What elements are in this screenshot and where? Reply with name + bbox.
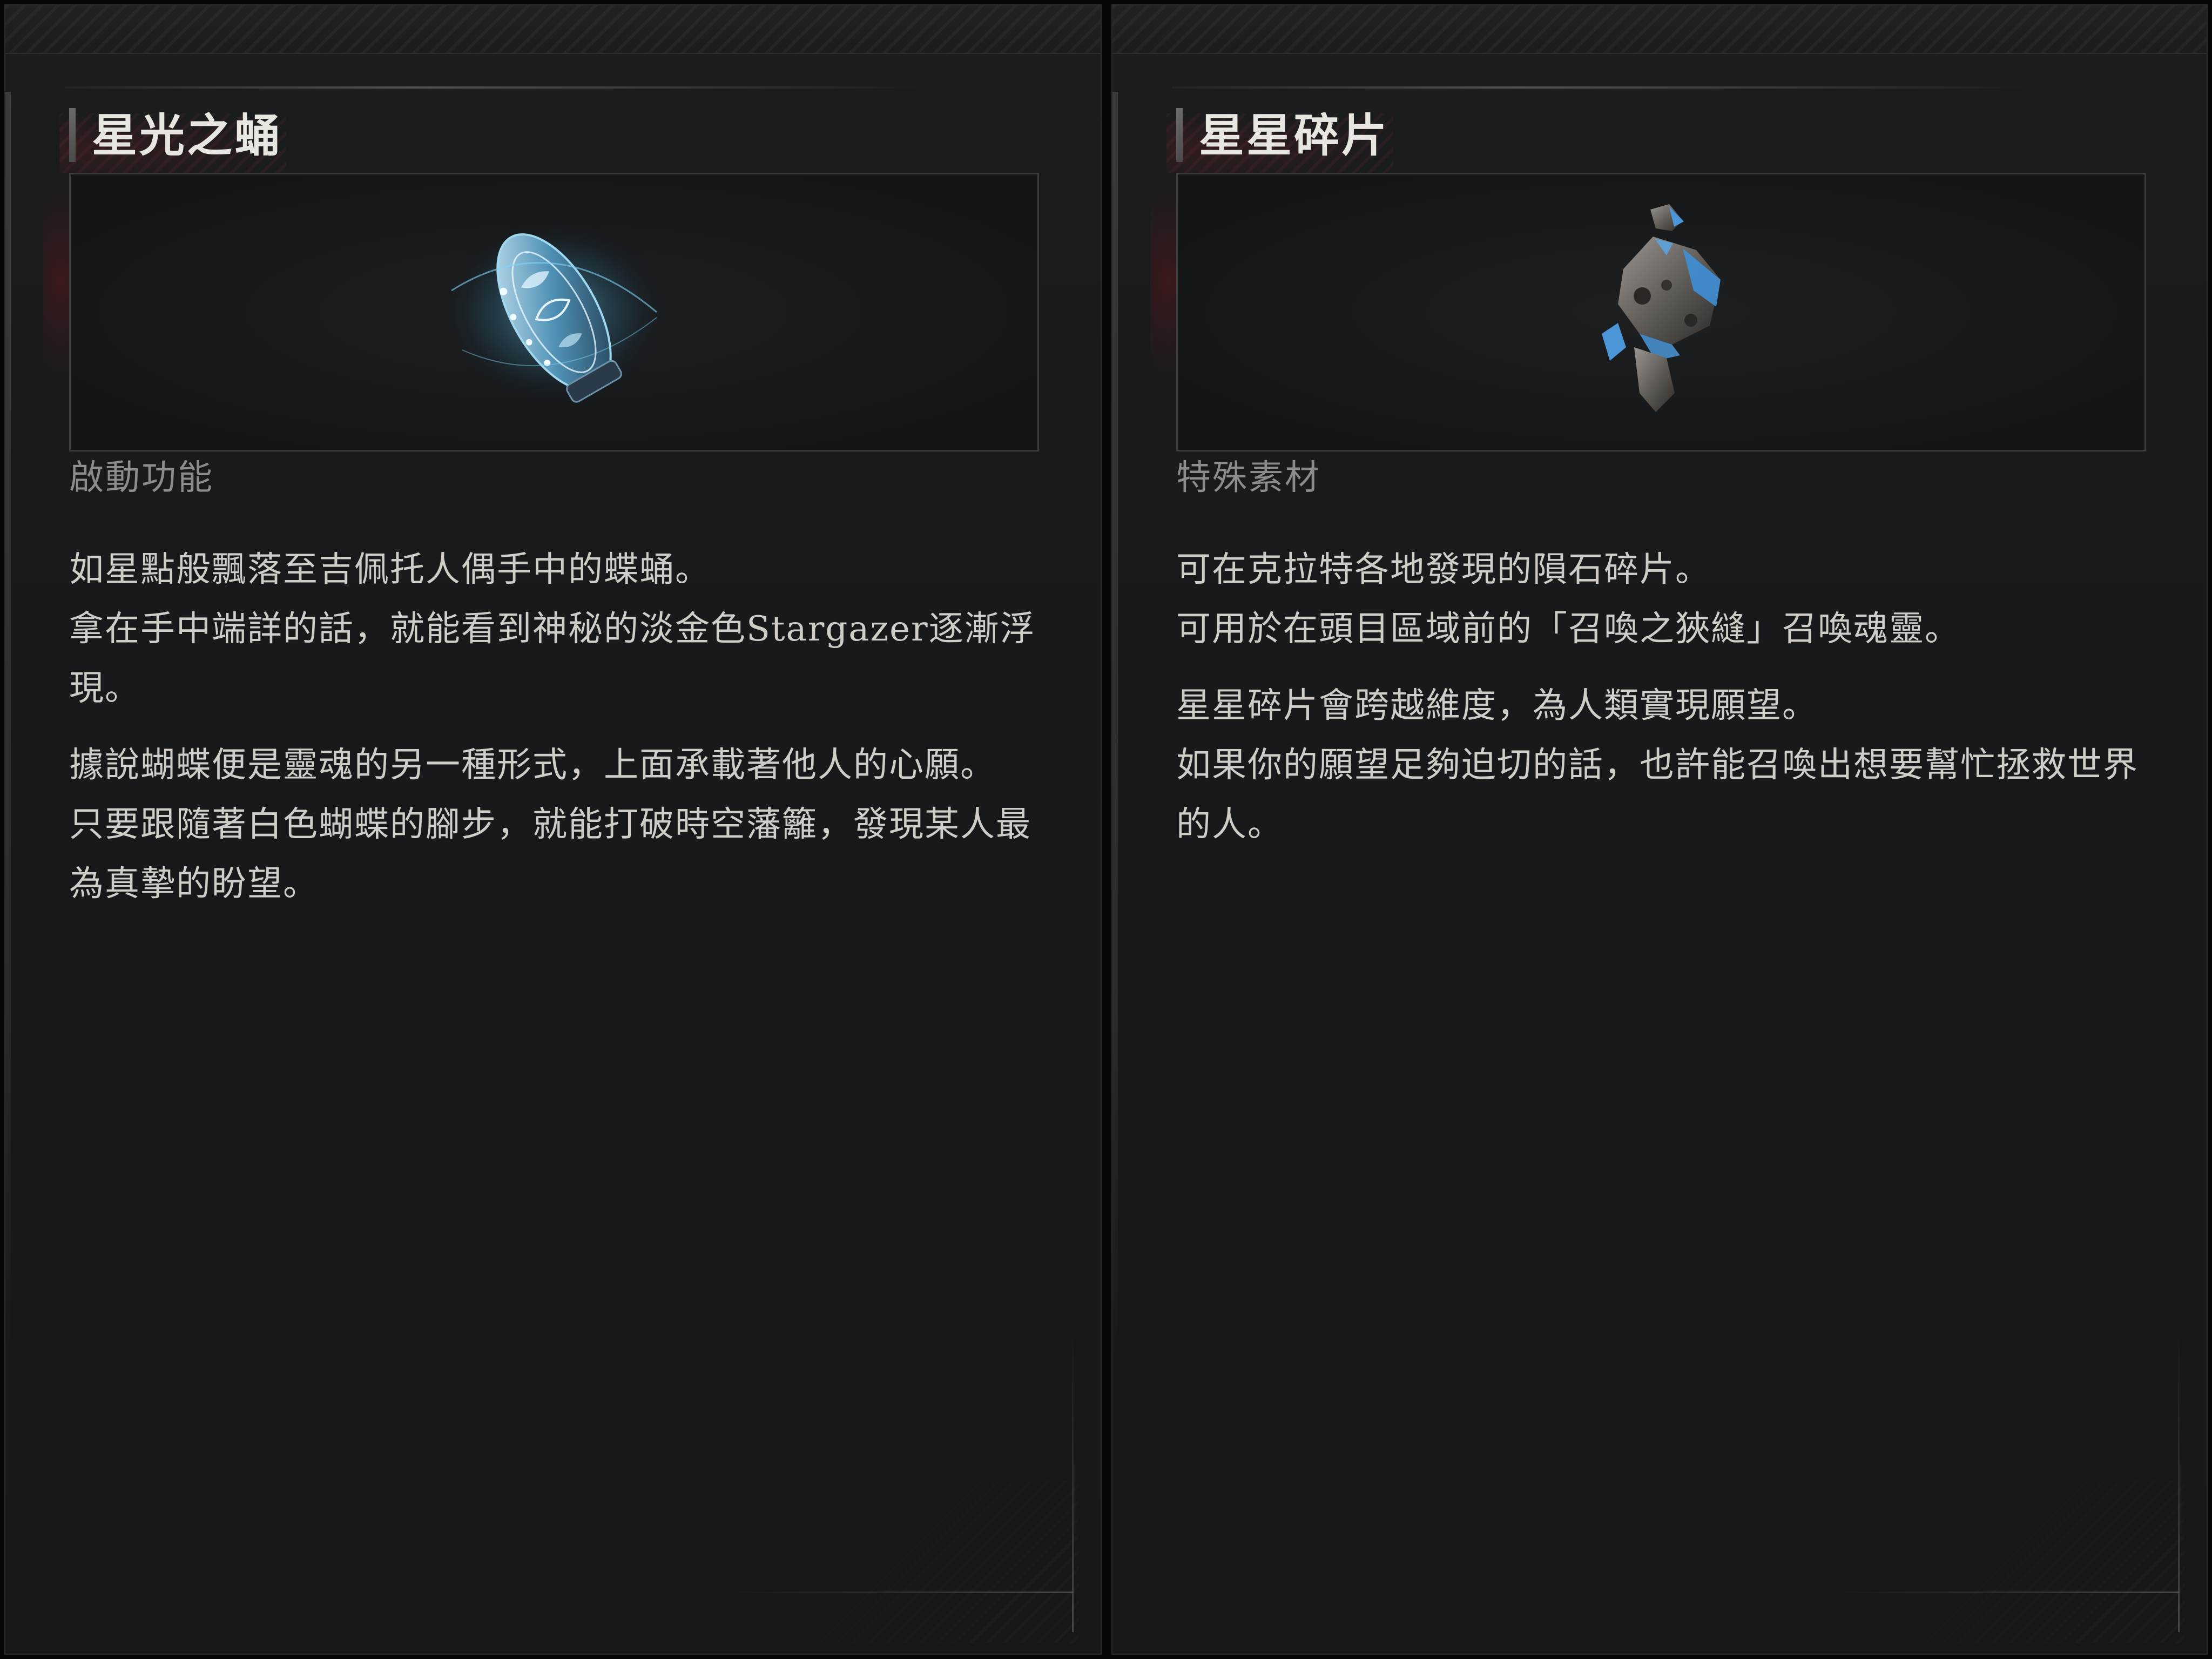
corner-decor (1699, 1481, 2185, 1643)
panel-left-edge (1112, 92, 1118, 1366)
panel-top-strip (1112, 5, 2207, 54)
corner-decor (593, 1481, 1079, 1643)
item-title: 星星碎片 (1199, 109, 1390, 162)
description-paragraph: 可在克拉特各地發現的隕石碎片。 可用於在頭目區域前的「召喚之狹縫」召喚魂靈。 (1176, 550, 1960, 649)
panel-left-edge (5, 92, 11, 1366)
item-category: 啟動功能 (69, 458, 214, 498)
title-accent-bar (1176, 108, 1183, 162)
item-category: 特殊素材 (1176, 458, 1321, 498)
item-title: 星光之蛹 (92, 109, 282, 162)
panel-top-divider (65, 86, 929, 89)
item-detail-panel-right: 星星碎片 特殊素材 可在克拉特各地發現的隕石碎片。 可用於在頭目區域前的「召喚之… (1111, 4, 2208, 1655)
starlight-chrysalis-icon (435, 215, 673, 409)
corner-vertical-line (2178, 1330, 2180, 1632)
star-fragment-icon (1602, 204, 1721, 412)
item-description: 如星點般飄落至吉佩托人偶手中的蝶蛹。 拿在手中端詳的話，就能看到神秘的淡金色St… (69, 540, 1041, 931)
item-detail-panel-left: 星光之蛹 啟動功能 如星點般飄落至吉佩托人偶手中的蝶蛹。 拿在手中端詳的話，就能… (4, 4, 1102, 1655)
panel-top-strip (5, 5, 1101, 54)
description-paragraph: 如星點般飄落至吉佩托人偶手中的蝶蛹。 拿在手中端詳的話，就能看到神秘的淡金色St… (69, 550, 1036, 709)
corner-horizontal-line (1834, 1591, 2180, 1593)
description-paragraph: 星星碎片會跨越維度，為人類實現願望。 如果你的願望足夠迫切的話，也許能召喚出想要… (1176, 686, 2139, 845)
item-description: 可在克拉特各地發現的隕石碎片。 可用於在頭目區域前的「召喚之狹縫」召喚魂靈。 星… (1176, 540, 2148, 872)
corner-horizontal-line (728, 1591, 1074, 1593)
item-image-frame (1176, 173, 2146, 451)
item-image-frame (69, 173, 1039, 451)
panel-top-divider (1172, 86, 2036, 89)
description-paragraph: 據說蝴蝶便是靈魂的另一種形式，上面承載著他人的心願。 只要跟隨著白色蝴蝶的腳步，… (69, 745, 1031, 904)
corner-vertical-line (1072, 1330, 1074, 1632)
title-accent-bar (69, 108, 76, 162)
